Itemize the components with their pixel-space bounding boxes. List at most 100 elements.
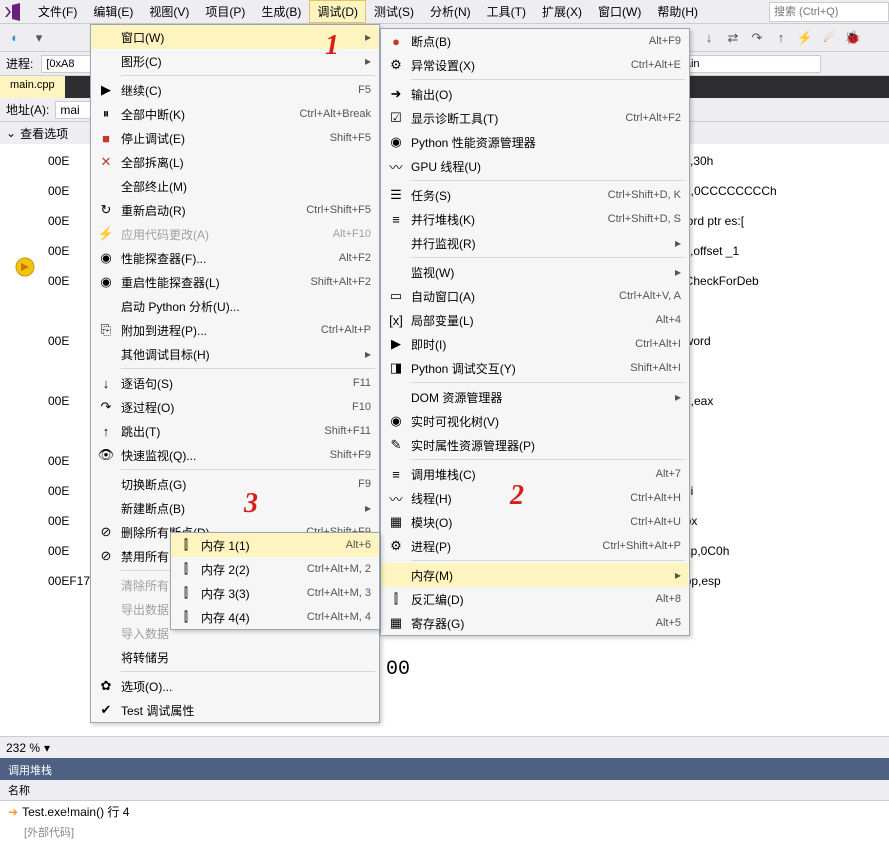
menu-item[interactable]: ⫿内存 1(1)Alt+6	[171, 533, 379, 557]
menu-item[interactable]: 图形(C)▸	[91, 49, 379, 73]
menu-item[interactable]: ✿选项(O)...	[91, 674, 379, 698]
menu-separator	[411, 257, 685, 258]
menu-item[interactable]: 将转储另	[91, 645, 379, 669]
menu-item[interactable]: 全部终止(M)	[91, 174, 379, 198]
menu-item[interactable]: 内存(M)▸	[381, 563, 689, 587]
menu-build[interactable]: 生成(B)	[253, 0, 309, 23]
menu-item[interactable]: ⫿反汇编(D)Alt+8	[381, 587, 689, 611]
menu-item[interactable]: [x]局部变量(L)Alt+4	[381, 308, 689, 332]
tool-icon-3[interactable]: ↷	[748, 29, 766, 47]
tool-icon-7[interactable]: 🐞	[844, 29, 862, 47]
menu-item-shortcut: Ctrl+Shift+Alt+P	[586, 540, 681, 552]
menu-item-label: 全部中断(K)	[117, 106, 283, 123]
menu-item[interactable]: ☑显示诊断工具(T)Ctrl+Alt+F2	[381, 106, 689, 130]
tool-icon-5[interactable]: ⚡	[796, 29, 814, 47]
menu-item[interactable]: ↷逐过程(O)F10	[91, 395, 379, 419]
menu-project[interactable]: 项目(P)	[197, 0, 253, 23]
search-input[interactable]	[769, 2, 889, 22]
menu-item[interactable]: ▶即时(I)Ctrl+Alt+I	[381, 332, 689, 356]
menu-item[interactable]: ▶继续(C)F5	[91, 78, 379, 102]
menu-item[interactable]: ◉实时可视化树(V)	[381, 409, 689, 433]
menu-item[interactable]: 👁快速监视(Q)...Shift+F9	[91, 443, 379, 467]
menu-item-label: 即时(I)	[407, 336, 619, 353]
menu-item[interactable]: ◉性能探查器(F)...Alt+F2	[91, 246, 379, 270]
menu-item[interactable]: ⫿内存 4(4)Ctrl+Alt+M, 4	[171, 605, 379, 629]
process-input[interactable]	[41, 55, 91, 73]
menu-help[interactable]: 帮助(H)	[649, 0, 706, 23]
menu-item[interactable]: ⫿内存 2(2)Ctrl+Alt+M, 2	[171, 557, 379, 581]
menu-view[interactable]: 视图(V)	[141, 0, 197, 23]
menu-item-label: 线程(H)	[407, 490, 614, 507]
menu-item-label: 全部拆离(L)	[117, 154, 371, 171]
callstack-row-external[interactable]: [外部代码]	[0, 822, 889, 842]
menu-item-shortcut: Alt+F9	[633, 35, 681, 47]
menu-analyze[interactable]: 分析(N)	[422, 0, 479, 23]
menu-item-shortcut: Ctrl+Shift+D, K	[592, 189, 681, 201]
menu-item-icon: ↷	[95, 399, 117, 415]
menu-item[interactable]: 其他调试目标(H)▸	[91, 342, 379, 366]
menu-item[interactable]: ⚙进程(P)Ctrl+Shift+Alt+P	[381, 534, 689, 558]
menu-tools[interactable]: 工具(T)	[479, 0, 534, 23]
menu-item[interactable]: ↑跳出(T)Shift+F11	[91, 419, 379, 443]
menu-item[interactable]: ⎘附加到进程(P)...Ctrl+Alt+P	[91, 318, 379, 342]
tool-icon-2[interactable]: ⇄	[724, 29, 742, 47]
menu-item-shortcut: F11	[337, 377, 371, 389]
menu-item[interactable]: ▦模块(O)Ctrl+Alt+U	[381, 510, 689, 534]
menu-debug[interactable]: 调试(D)	[309, 0, 366, 23]
menu-window[interactable]: 窗口(W)	[590, 0, 649, 23]
menu-item[interactable]: ⚙异常设置(X)Ctrl+Alt+E	[381, 53, 689, 77]
func-input[interactable]	[671, 55, 821, 73]
menu-item[interactable]: ◉Python 性能资源管理器	[381, 130, 689, 154]
tool-icon-6[interactable]: ☄	[820, 29, 838, 47]
menu-item[interactable]: ✔Test 调试属性	[91, 698, 379, 722]
menu-item[interactable]: 启动 Python 分析(U)...	[91, 294, 379, 318]
menu-item-label: 内存 1(1)	[197, 537, 330, 554]
menu-item[interactable]: 〰GPU 线程(U)	[381, 154, 689, 178]
menu-test[interactable]: 测试(S)	[366, 0, 422, 23]
menu-extensions[interactable]: 扩展(X)	[534, 0, 590, 23]
tool-icon-4[interactable]: ↑	[772, 29, 790, 47]
menu-item[interactable]: ≡并行堆栈(K)Ctrl+Shift+D, S	[381, 207, 689, 231]
menu-item[interactable]: ◨Python 调试交互(Y)Shift+Alt+I	[381, 356, 689, 380]
dropdown-icon[interactable]: ▾	[30, 29, 48, 47]
menu-item[interactable]: DOM 资源管理器▸	[381, 385, 689, 409]
menu-item[interactable]: ≡调用堆栈(C)Alt+7	[381, 462, 689, 486]
callstack-row[interactable]: ➜ Test.exe!main() 行 4	[0, 801, 889, 822]
menu-item[interactable]: ⫿内存 3(3)Ctrl+Alt+M, 3	[171, 581, 379, 605]
menu-file[interactable]: 文件(F)	[30, 0, 85, 23]
menu-item[interactable]: 〰线程(H)Ctrl+Alt+H	[381, 486, 689, 510]
menu-item[interactable]: ↻重新启动(R)Ctrl+Shift+F5	[91, 198, 379, 222]
menu-item[interactable]: ●断点(B)Alt+F9	[381, 29, 689, 53]
menu-item-shortcut: Shift+F11	[308, 425, 371, 437]
menu-item[interactable]: ■停止调试(E)Shift+F5	[91, 126, 379, 150]
menu-item-label: 监视(W)	[407, 264, 669, 281]
back-icon[interactable]: ◐	[6, 29, 24, 47]
menu-item[interactable]: 切换断点(G)F9	[91, 472, 379, 496]
menu-item[interactable]: ↓逐语句(S)F11	[91, 371, 379, 395]
menu-item-shortcut: Ctrl+Alt+M, 3	[291, 587, 371, 599]
menu-item[interactable]: 监视(W)▸	[381, 260, 689, 284]
tool-icon-1[interactable]: ↓	[700, 29, 718, 47]
menu-item[interactable]: ◉重启性能探查器(L)Shift+Alt+F2	[91, 270, 379, 294]
menu-item[interactable]: ✎实时属性资源管理器(P)	[381, 433, 689, 457]
menu-item[interactable]: 新建断点(B)▸	[91, 496, 379, 520]
menu-separator	[121, 469, 375, 470]
menu-edit[interactable]: 编辑(E)	[85, 0, 141, 23]
menu-item-icon: ⚡	[95, 226, 117, 242]
menu-item[interactable]: ▭自动窗口(A)Ctrl+Alt+V, A	[381, 284, 689, 308]
menu-item[interactable]: 并行监视(R)▸	[381, 231, 689, 255]
menu-item[interactable]: ⏸全部中断(K)Ctrl+Alt+Break	[91, 102, 379, 126]
menu-item[interactable]: 窗口(W)▸	[91, 25, 379, 49]
zoom-dropdown-icon[interactable]: ▾	[44, 741, 50, 755]
zoom-value[interactable]: 232 %	[6, 741, 40, 755]
submenu-arrow-icon: ▸	[359, 54, 371, 68]
file-tab[interactable]: main.cpp	[0, 76, 65, 98]
menu-item-icon: ◨	[385, 360, 407, 376]
menu-item[interactable]: ▦寄存器(G)Alt+5	[381, 611, 689, 635]
submenu-arrow-icon: ▸	[359, 501, 371, 515]
menu-item[interactable]: ☰任务(S)Ctrl+Shift+D, K	[381, 183, 689, 207]
menu-item-icon: ◉	[95, 274, 117, 290]
menu-item[interactable]: ✕全部拆离(L)	[91, 150, 379, 174]
menu-item[interactable]: ➜输出(O)	[381, 82, 689, 106]
submenu-arrow-icon: ▸	[359, 30, 371, 44]
